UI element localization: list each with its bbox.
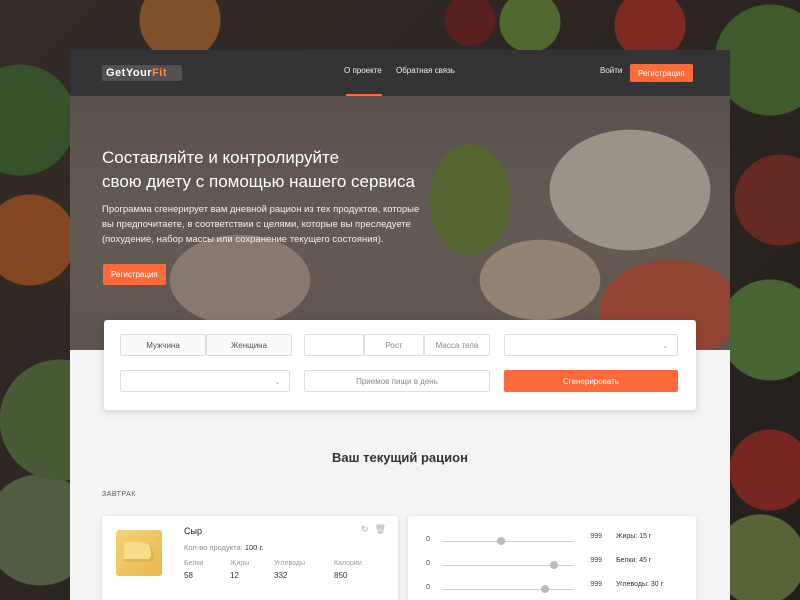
gender-male-toggle[interactable]: Мужчина xyxy=(120,334,206,356)
protein-stat: Белки 58 xyxy=(184,560,204,580)
slider-handle[interactable] xyxy=(550,561,559,569)
age-input[interactable] xyxy=(304,334,364,356)
slider-handle[interactable] xyxy=(540,585,549,593)
gender-female-toggle[interactable]: Женщина xyxy=(206,334,292,356)
hero-register-button[interactable]: Регистрация xyxy=(103,264,166,285)
goal-select[interactable]: ⌄ xyxy=(504,334,678,356)
weight-input[interactable]: Масса тела xyxy=(424,334,490,356)
generate-button[interactable]: Сгенерировать xyxy=(504,370,678,392)
nav-active-indicator xyxy=(346,94,382,96)
cheese-image xyxy=(116,530,162,576)
nav-login[interactable]: Войти xyxy=(600,66,622,75)
nav-about[interactable]: О проекте xyxy=(344,66,382,75)
product-card: Сыр ↻ 🗑 Кол-во продукта: 100 г. Белки 58 … xyxy=(102,516,398,600)
nav-feedback[interactable]: Обратная связь xyxy=(396,66,455,75)
carbs-stat: Углеводы 332 xyxy=(274,560,306,580)
delete-icon[interactable]: 🗑 xyxy=(375,524,386,535)
protein-slider[interactable]: 0 999 Белки: 45 г xyxy=(426,557,686,572)
product-quantity: Кол-во продукта: 100 г. xyxy=(184,543,264,552)
logo[interactable]: GetYourFit xyxy=(102,65,182,81)
height-input[interactable]: Рост xyxy=(364,334,424,356)
carbs-slider[interactable]: 0 999 Углеводы: 30 г xyxy=(426,581,686,596)
navbar: GetYourFit О проекте Обратная связь Войт… xyxy=(70,50,730,96)
refresh-icon[interactable]: ↻ xyxy=(361,524,369,535)
product-name: Сыр xyxy=(184,526,202,536)
diet-filter-form: Мужчина Женщина Рост Масса тела ⌄ ⌄ Прие… xyxy=(104,320,696,410)
site-window: GetYourFit О проекте Обратная связь Войт… xyxy=(70,50,730,600)
fat-slider[interactable]: 0 999 Жиры: 15 г xyxy=(426,533,686,548)
hero-title: Составляйте и контролируйте свою диету с… xyxy=(102,148,415,191)
meals-per-day-select[interactable]: Приемов пищи в день xyxy=(304,370,490,392)
ration-title: Ваш текущий рацион xyxy=(332,450,468,465)
calories-stat: Калории 850 xyxy=(334,560,362,580)
activity-select[interactable]: ⌄ xyxy=(120,370,290,392)
register-button[interactable]: Регистрация xyxy=(630,64,693,82)
hero-description: Программа сгенерирует вам дневной рацион… xyxy=(102,204,420,245)
nutrient-sliders: 0 999 Жиры: 15 г 0 999 Белки: 45 г 0 999… xyxy=(408,516,696,600)
chevron-down-icon: ⌄ xyxy=(662,340,669,350)
fat-stat: Жиры 12 xyxy=(230,560,250,580)
meal-label: ЗАВТРАК xyxy=(102,491,136,498)
slider-handle[interactable] xyxy=(497,537,506,545)
chevron-down-icon: ⌄ xyxy=(274,376,281,386)
